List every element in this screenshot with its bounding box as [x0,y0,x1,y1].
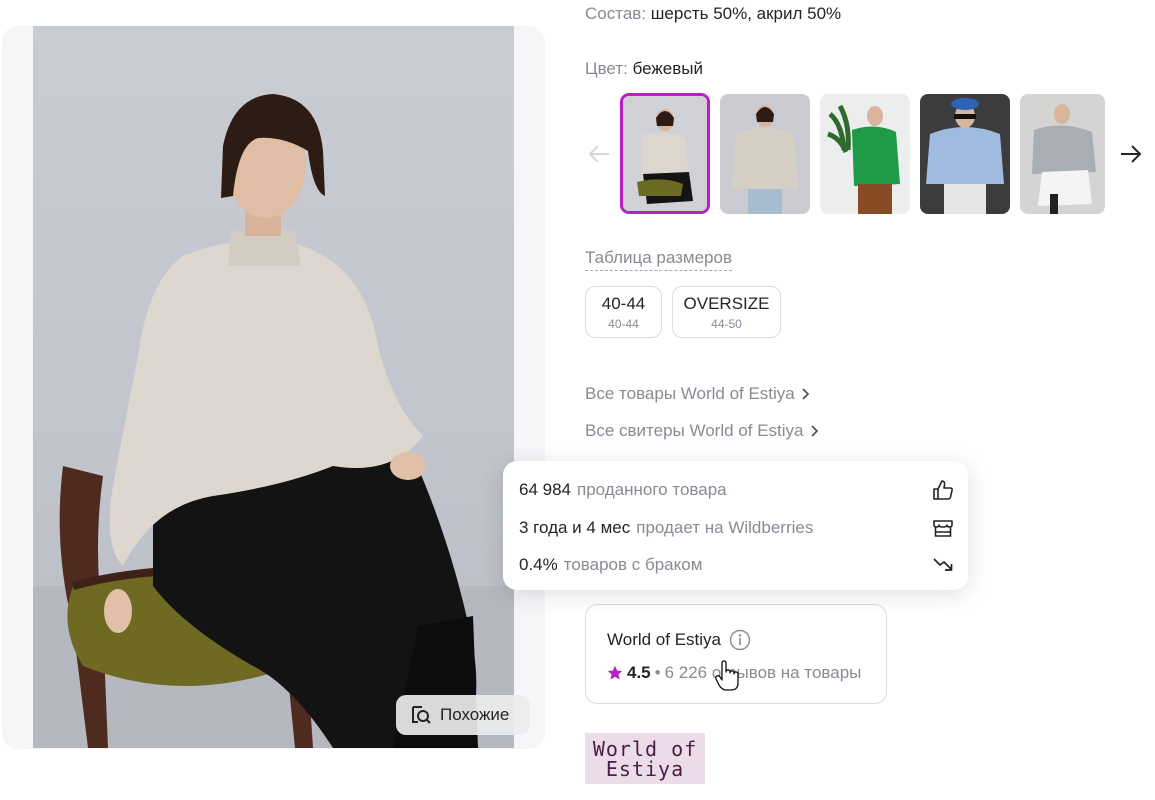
similar-products-button[interactable]: Похожие [396,695,530,735]
stat-defect-label: товаров с браком [563,555,703,574]
info-icon[interactable] [729,629,751,651]
thumb-image [920,94,1010,214]
thumb-image [720,94,810,214]
arrow-left-icon [588,145,609,163]
stat-defect-value: 0.4% [519,555,558,574]
color-thumbnail-blue[interactable] [920,94,1010,214]
stat-row-tenure: 3 года и 4 мес продает на Wildberries [519,517,954,539]
seller-rating: 4.5 [627,663,651,682]
stat-tenure-label: продает на Wildberries [636,518,814,537]
color-label: Цвет: [585,59,628,78]
size-chip-label: 40-44 [601,293,646,313]
chevron-right-icon [802,388,809,400]
store-icon [933,520,953,537]
size-chip-oversize[interactable]: OVERSIZE 44-50 [672,286,781,338]
rating-separator: • [654,663,661,682]
composition-label: Состав: [585,4,647,23]
all-sweaters-label: Все свитеры World of Estiya [585,421,804,440]
seller-name-link[interactable]: World of Estiya [607,629,751,651]
size-table-link[interactable]: Таблица размеров [585,248,732,271]
color-thumbnail-green[interactable] [820,94,910,214]
stat-sold-label: проданного товара [577,480,727,499]
thumbs-up-icon [933,480,953,500]
seller-logo-line2: Estiya [605,756,685,781]
similar-button-label: Похожие [440,705,510,724]
product-main-photo[interactable] [33,26,514,748]
stat-tenure-value: 3 года и 4 мес [519,518,631,537]
hand-cursor-icon [715,660,739,691]
size-chip-label: OVERSIZE [683,293,770,313]
seller-name: World of Estiya [607,630,722,649]
color-thumbnail-grey[interactable] [1020,94,1105,214]
chevron-right-icon [810,425,818,437]
color-thumbnail-beige-chair[interactable] [620,93,710,214]
thumb-image [1020,94,1105,214]
seller-reviews[interactable]: 6 226 отзывов на товары [665,663,862,683]
color-value: бежевый [632,59,703,78]
color-variant-carousel [585,93,1145,215]
color-thumbnail-beige-front[interactable] [720,94,810,214]
carousel-next-button[interactable] [1117,140,1145,168]
arrow-right-icon [1121,145,1142,163]
all-sweaters-link[interactable]: Все свитеры World of Estiya [585,421,818,441]
size-chip-40-44[interactable]: 40-44 40-44 [585,286,662,338]
stat-row-sold: 64 984 проданного товара [519,479,954,501]
size-chip-sub: 40-44 [608,316,639,331]
size-chip-sub: 44-50 [711,316,742,331]
carousel-thumbnails [620,93,1105,215]
stat-row-defects: 0.4% товаров с браком [519,554,954,576]
product-photo-illustration [33,94,514,748]
seller-logo-line1: World of [592,736,698,761]
composition-value: шерсть 50%, акрил 50% [650,4,842,23]
similar-search-icon [412,706,431,724]
thumb-image [820,94,910,214]
seller-logo[interactable]: World of Estiya [585,733,705,784]
all-products-label: Все товары World of Estiya [585,384,795,403]
trend-down-icon [933,558,953,571]
all-products-link[interactable]: Все товары World of Estiya [585,384,809,404]
thumb-image [623,96,707,211]
star-icon [607,665,623,680]
stat-sold-value: 64 984 [519,480,571,499]
seller-stats-popup: 64 984 проданного товара 3 года и 4 мес пр… [503,461,968,590]
carousel-prev-button[interactable] [585,140,613,168]
color-line: Цвет: бежевый [585,59,703,79]
composition-line: Состав: шерсть 50%, акрил 50% [585,4,841,24]
